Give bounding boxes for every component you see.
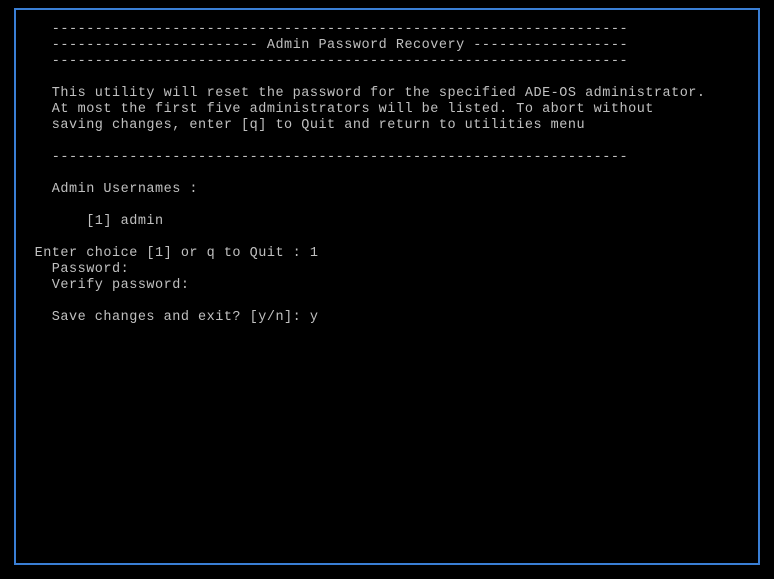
blank-line [26, 166, 756, 182]
prompt-password[interactable]: Password: [26, 262, 756, 278]
terminal-window[interactable]: ----------------------------------------… [14, 8, 760, 565]
header-title: ------------------------ Admin Password … [26, 38, 756, 54]
blank-line [26, 70, 756, 86]
blank-line [26, 294, 756, 310]
header-dash-bottom: ----------------------------------------… [26, 54, 756, 70]
header-dash-top: ----------------------------------------… [26, 22, 756, 38]
blank-line [26, 230, 756, 246]
intro-line-1: This utility will reset the password for… [26, 86, 756, 102]
prompt-verify[interactable]: Verify password: [26, 278, 756, 294]
separator: ----------------------------------------… [26, 150, 756, 166]
usernames-label: Admin Usernames : [26, 182, 756, 198]
intro-line-2: At most the first five administrators wi… [26, 102, 756, 118]
blank-line [26, 134, 756, 150]
prompt-save[interactable]: Save changes and exit? [y/n]: y [26, 310, 756, 326]
prompt-choice[interactable]: Enter choice [1] or q to Quit : 1 [26, 246, 756, 262]
blank-line [26, 198, 756, 214]
intro-line-3: saving changes, enter [q] to Quit and re… [26, 118, 756, 134]
username-item-1: [1] admin [26, 214, 756, 230]
